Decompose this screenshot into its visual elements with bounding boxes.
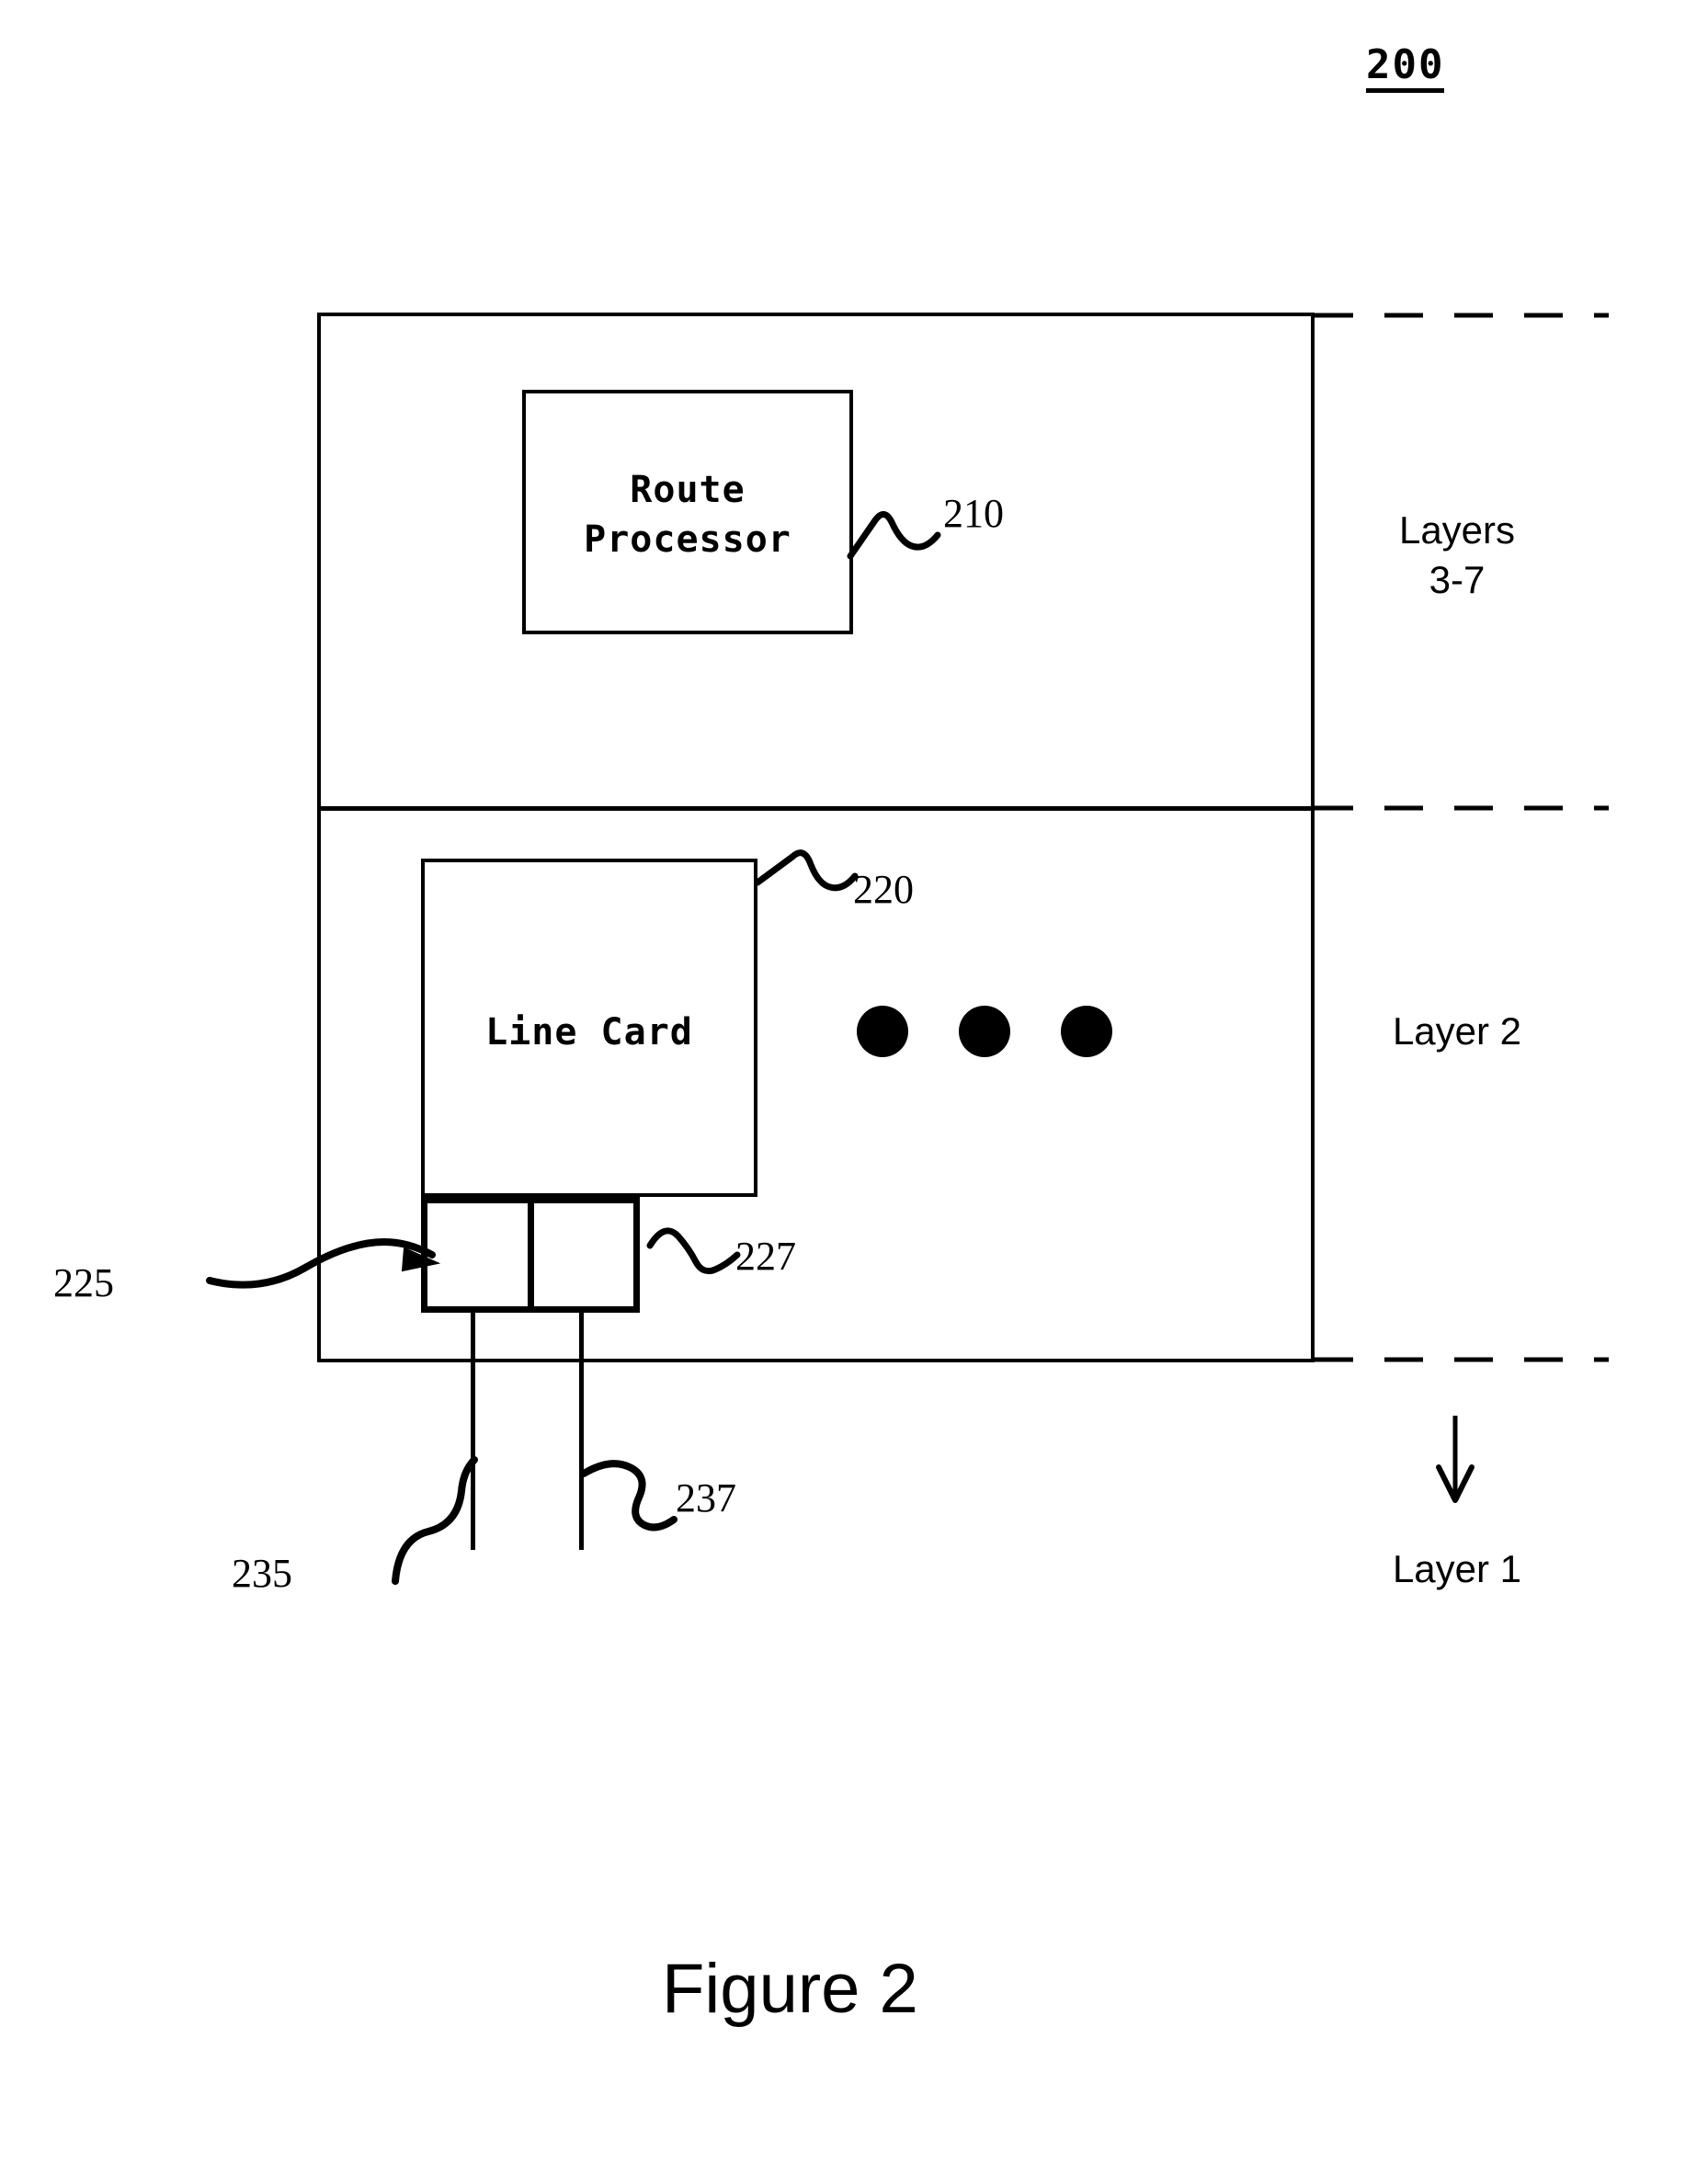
- layer-label-upper: Layers 3-7: [1398, 508, 1516, 601]
- ref-number-220: 220: [853, 867, 914, 912]
- ref-number-210: 210: [943, 491, 1004, 536]
- line-card-label: Line Card: [485, 1011, 693, 1053]
- ellipsis-dot-2: [959, 1006, 1010, 1057]
- chassis-layer-divider: [317, 806, 1315, 811]
- physical-link-left: [471, 1313, 475, 1550]
- route-processor-box: Route Processor: [522, 390, 853, 634]
- ref-number-225: 225: [53, 1260, 114, 1305]
- layer-label-lower: Layer 2: [1392, 1009, 1522, 1053]
- figure-canvas: 200 Route Processor Line Card 210 220 22…: [0, 0, 1708, 2175]
- ref-number-237: 237: [676, 1475, 736, 1520]
- port-divider: [528, 1197, 534, 1313]
- ref-number-227: 227: [735, 1234, 796, 1279]
- figure-number-200: 200: [1366, 43, 1445, 94]
- layer-label-layer1: Layer 1: [1392, 1547, 1522, 1590]
- ellipsis-dot-1: [857, 1006, 908, 1057]
- figure-caption: Figure 2: [662, 1950, 918, 2028]
- leader-235: [392, 1456, 478, 1585]
- layer1-arrow-head: [1436, 1464, 1475, 1503]
- ellipsis-dot-3: [1061, 1006, 1112, 1057]
- leader-237: [580, 1460, 678, 1532]
- line-card-box: Line Card: [421, 859, 757, 1197]
- route-processor-label: Route Processor: [584, 469, 791, 561]
- physical-link-right: [579, 1313, 584, 1550]
- ref-number-235: 235: [232, 1551, 292, 1596]
